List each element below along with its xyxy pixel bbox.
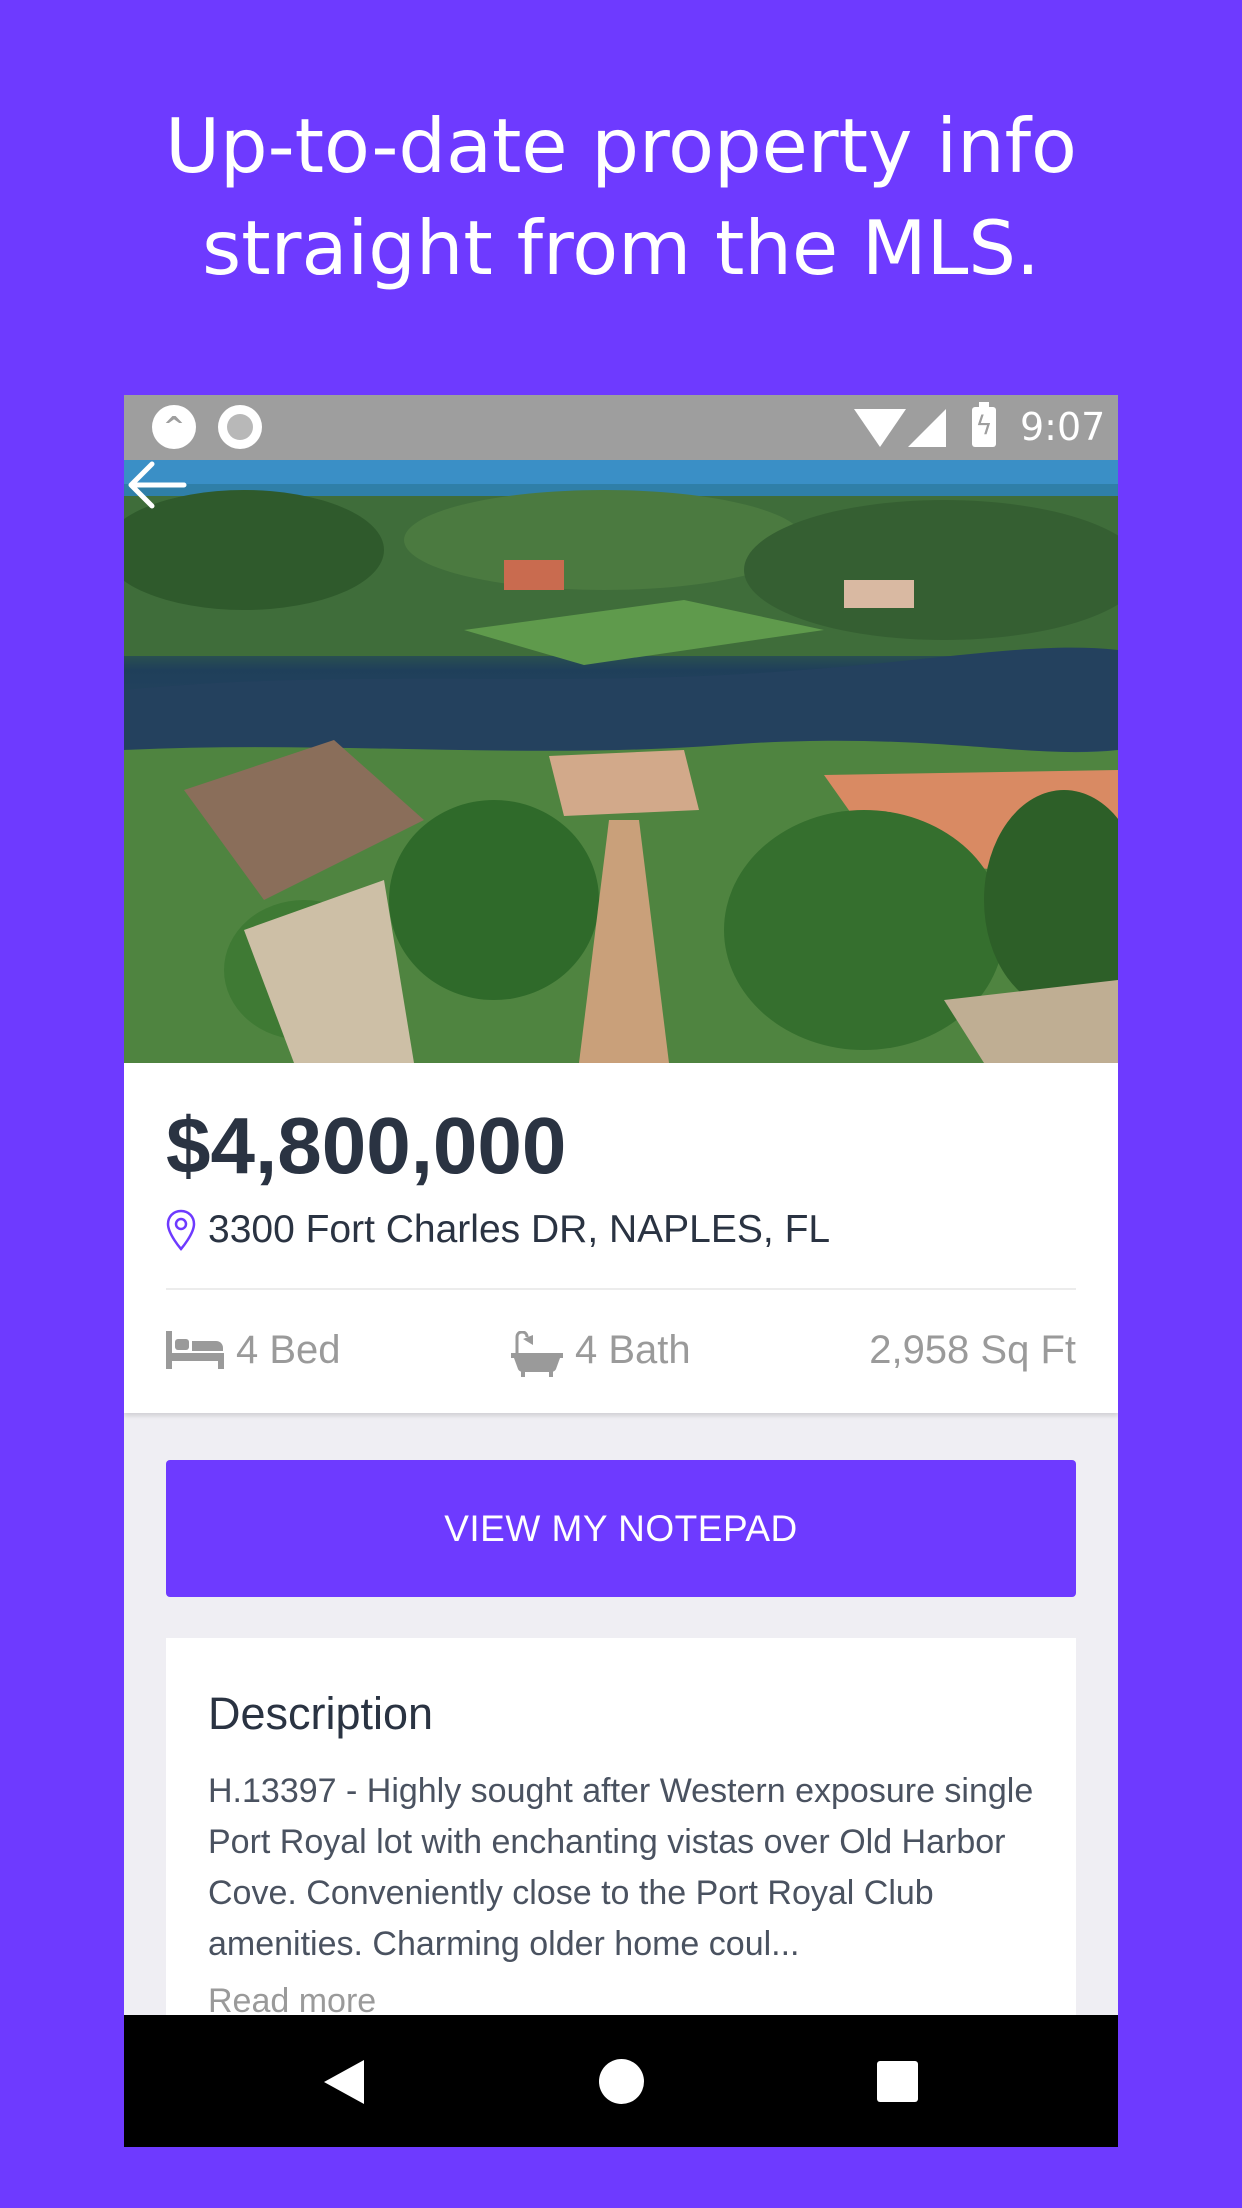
listing-address: 3300 Fort Charles DR, NAPLES, FL (208, 1208, 831, 1251)
status-time: 9:07 (1020, 405, 1106, 449)
nav-recents-icon[interactable] (877, 2061, 918, 2102)
bed-icon (166, 1331, 224, 1369)
battery-charging-icon: ϟ (972, 402, 996, 447)
cell-signal-icon (908, 409, 946, 447)
view-notepad-button[interactable]: VIEW MY NOTEPAD (166, 1460, 1076, 1597)
status-bar: ^ ϟ 9:07 (124, 395, 1118, 460)
promo-headline-line-1: Up-to-date property info (165, 102, 1077, 190)
bathtub-icon (511, 1331, 563, 1377)
back-arrow-icon[interactable] (124, 460, 188, 510)
promo-headline-line-2: straight from the MLS. (202, 204, 1040, 292)
listing-price: $4,800,000 (166, 1101, 567, 1190)
location-pin-icon (166, 1209, 196, 1251)
phone-screen: ^ ϟ 9:07 $4,800,000 3300 Fort Charles DR… (124, 395, 1118, 2147)
promo-headline: Up-to-date property info straight from t… (0, 95, 1242, 299)
listing-summary-card: $4,800,000 3300 Fort Charles DR, NAPLES,… (124, 1063, 1118, 1413)
hero-image (124, 460, 1118, 1063)
bath-count: 4 Bath (511, 1321, 771, 1379)
android-nav-bar (124, 2015, 1118, 2147)
square-footage: 2,958 Sq Ft (776, 1321, 1076, 1379)
app-icon: ^ (152, 405, 196, 449)
nav-home-icon[interactable] (599, 2059, 644, 2104)
record-icon (218, 405, 262, 449)
description-title: Description (208, 1688, 434, 1739)
description-text: H.13397 - Highly sought after Western ex… (208, 1772, 1034, 1963)
bath-count-label: 4 Bath (575, 1328, 691, 1372)
divider (166, 1288, 1076, 1290)
listing-specs: 4 Bed 4 Bath 2,958 Sq Ft (166, 1321, 1076, 1379)
nav-back-icon[interactable] (324, 2060, 364, 2104)
wifi-icon (854, 409, 906, 447)
square-footage-label: 2,958 Sq Ft (869, 1328, 1076, 1372)
bed-count: 4 Bed (166, 1321, 426, 1379)
bed-count-label: 4 Bed (236, 1328, 341, 1372)
